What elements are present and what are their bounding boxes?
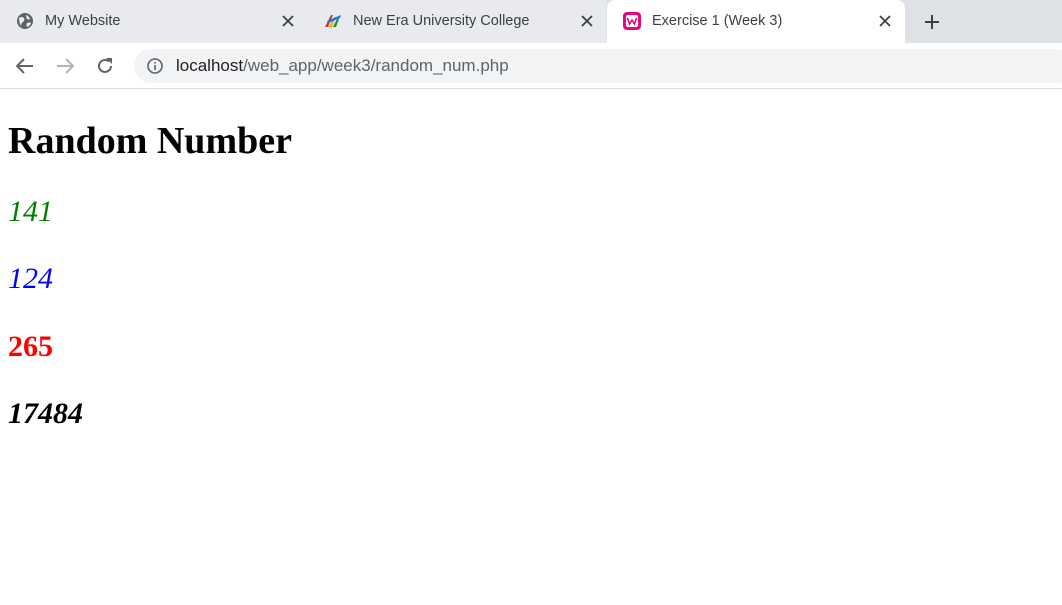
page-content: Random Number 141 124 265 17484 bbox=[0, 89, 1062, 605]
url-text[interactable]: localhost/web_app/week3/random_num.php bbox=[176, 57, 509, 75]
random-number-sum: 265 bbox=[8, 330, 53, 363]
browser-toolbar: localhost/web_app/week3/random_num.php bbox=[0, 43, 1062, 89]
arrow-right-icon bbox=[57, 58, 74, 74]
forward-button[interactable] bbox=[50, 51, 80, 81]
tab-title: New Era University College bbox=[353, 13, 530, 29]
close-tab-icon[interactable] bbox=[577, 11, 597, 31]
plus-icon bbox=[925, 15, 939, 29]
tab-exercise-1-week-3[interactable]: Exercise 1 (Week 3) bbox=[607, 0, 905, 43]
reload-button[interactable] bbox=[90, 51, 120, 81]
tab-new-era-university-college[interactable]: New Era University College bbox=[308, 0, 606, 43]
url-path: /web_app/week3/random_num.php bbox=[243, 56, 509, 75]
address-bar[interactable]: localhost/web_app/week3/random_num.php bbox=[134, 49, 1062, 83]
close-tab-icon[interactable] bbox=[875, 11, 895, 31]
url-host: localhost bbox=[176, 56, 244, 75]
new-tab-button[interactable] bbox=[917, 7, 947, 37]
reload-icon bbox=[98, 58, 112, 73]
page-heading: Random Number bbox=[8, 120, 292, 162]
random-number-product: 17484 bbox=[8, 397, 83, 430]
random-number-1: 141 bbox=[8, 195, 53, 228]
info-icon[interactable] bbox=[147, 58, 163, 74]
neuc-logo-icon bbox=[325, 15, 341, 27]
tab-my-website[interactable]: My Website bbox=[0, 0, 308, 43]
random-number-2: 124 bbox=[8, 262, 53, 295]
tab-title: Exercise 1 (Week 3) bbox=[652, 13, 783, 29]
arrow-left-icon bbox=[16, 58, 33, 74]
wampserver-icon bbox=[623, 12, 641, 30]
tab-title: My Website bbox=[45, 13, 121, 29]
browser-window: My Website New Era University College Ex… bbox=[0, 0, 1062, 605]
close-tab-icon[interactable] bbox=[278, 11, 298, 31]
tab-strip: My Website New Era University College Ex… bbox=[0, 0, 1062, 43]
globe-icon bbox=[17, 13, 33, 29]
back-button[interactable] bbox=[10, 51, 40, 81]
